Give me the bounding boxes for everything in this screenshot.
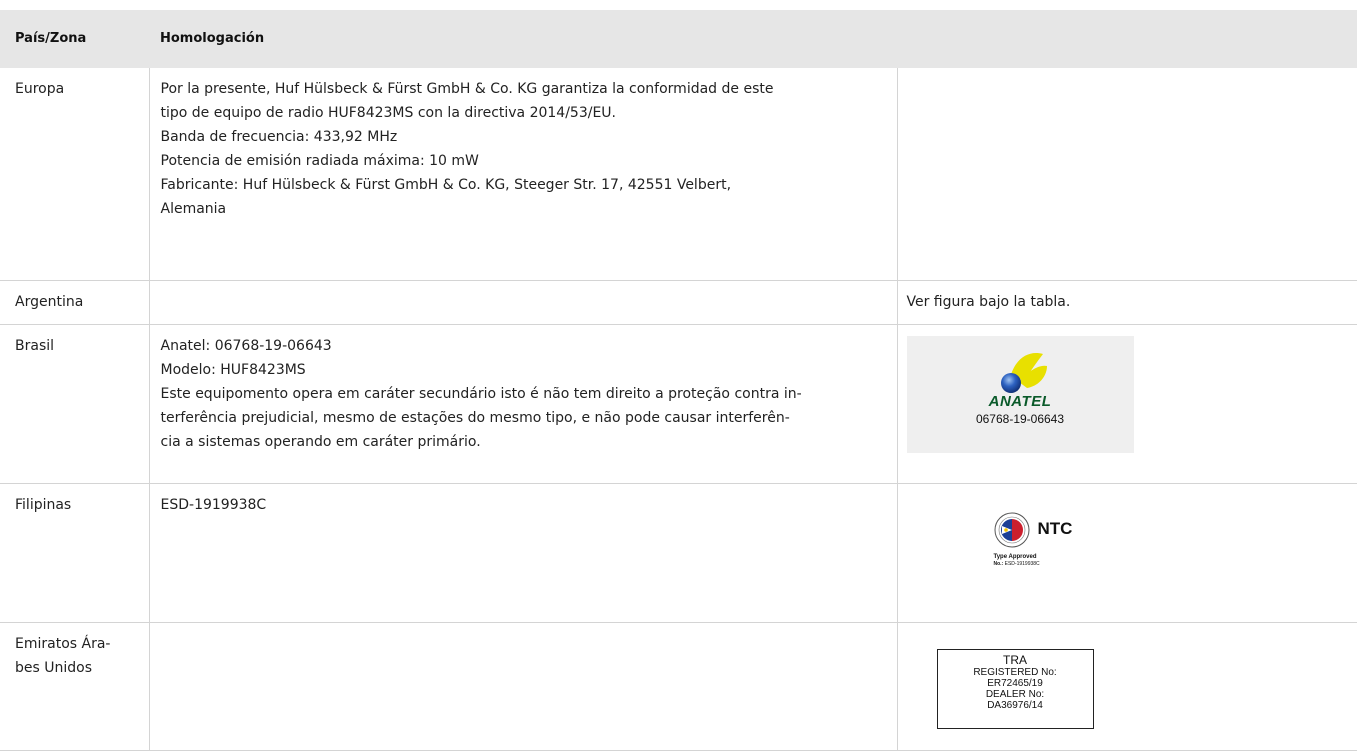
country-cell: Brasil: [0, 324, 150, 484]
tra-line: DEALER No:: [985, 689, 1045, 700]
tra-line: TRA: [1003, 653, 1027, 667]
country-name-line: bes Unidos: [15, 660, 92, 676]
approval-line: Anatel: 06768-19-06643: [160, 338, 332, 354]
ntc-name: NTC: [1037, 519, 1073, 538]
country-name-line: Emiratos Ára-: [15, 636, 111, 652]
approval-line: cia a sistemas operando em caráter primá…: [160, 434, 481, 450]
approval-cell: Por la presente, Huf Hülsbeck & Fürst Gm…: [149, 68, 898, 281]
document-page: País/Zona Homologación Europa Por la pre…: [0, 0, 1357, 751]
country-name: Europa: [15, 81, 65, 97]
approval-cell: [149, 280, 898, 325]
table-row-europa: Europa Por la presente, Huf Hülsbeck & F…: [0, 68, 1357, 281]
figure-note: Ver figura bajo la tabla.: [906, 294, 1071, 310]
country-name: Argentina: [15, 294, 84, 310]
ntc-type-approved: Type Approved: [993, 554, 1037, 560]
mark-cell: TRA REGISTERED No: ER72465/19 DEALER No:…: [897, 622, 1357, 751]
approval-line: tipo de equipo de radio HUF8423MS con la…: [160, 105, 617, 121]
approval-line: Banda de frecuencia: 433,92 MHz: [160, 129, 398, 145]
approval-cell: [149, 622, 898, 751]
tra-label: TRA REGISTERED No: ER72465/19 DEALER No:…: [936, 649, 1094, 729]
tra-line: REGISTERED No:: [973, 667, 1057, 678]
table-header-row: País/Zona Homologación: [0, 10, 1357, 68]
ntc-logo: NTC Type Approved No.: ESD-1919938C: [994, 512, 1194, 612]
approval-line: Este equipomento opera em caráter secund…: [160, 386, 802, 402]
country-cell: Filipinas: [0, 483, 150, 623]
anatel-globe-icon: [1000, 353, 1047, 393]
approval-cell: ESD-1919938C: [149, 483, 898, 623]
header-empty: [897, 10, 1357, 68]
approval-line: Potencia de emisión radiada máxima: 10 m…: [160, 153, 479, 169]
mark-cell: Ver figura bajo la tabla.: [897, 280, 1357, 325]
header-country: País/Zona: [0, 10, 149, 68]
table-row-argentina: Argentina Ver figura bajo la tabla.: [0, 280, 1357, 325]
ntc-number: ESD-1919938C: [1004, 561, 1040, 567]
homologation-table: País/Zona Homologación Europa Por la pre…: [0, 10, 1357, 751]
mark-cell: [897, 68, 1357, 281]
anatel-number: 06768-19-06643: [975, 412, 1065, 426]
approval-line: Modelo: HUF8423MS: [160, 362, 306, 378]
country-name: Filipinas: [15, 497, 72, 513]
mark-cell: ANATEL 06768-19-06643: [897, 324, 1357, 484]
anatel-name: ANATEL: [988, 393, 1052, 410]
approval-line: ESD-1919938C: [160, 497, 267, 513]
approval-line: Alemania: [160, 201, 227, 217]
table-row-emiratos: Emiratos Ára- bes Unidos TRA REGISTERED …: [0, 622, 1357, 751]
ntc-number-line: No.: ESD-1919938C: [994, 561, 1040, 567]
header-approval: Homologación: [149, 10, 897, 68]
country-name: Brasil: [15, 338, 55, 354]
approval-cell: Anatel: 06768-19-06643 Modelo: HUF8423MS…: [149, 324, 898, 484]
tra-line: ER72465/19: [987, 678, 1043, 689]
anatel-logo: ANATEL 06768-19-06643: [906, 336, 1134, 453]
ntc-number-label: No.:: [993, 561, 1004, 567]
ntc-seal-icon: [994, 512, 1029, 548]
approval-line: terferência prejudicial, mesmo de estaçõ…: [160, 410, 790, 426]
approval-line: Por la presente, Huf Hülsbeck & Fürst Gm…: [160, 81, 774, 97]
approval-line: Fabricante: Huf Hülsbeck & Fürst GmbH & …: [160, 177, 732, 193]
tra-line: DA36976/14: [987, 700, 1043, 711]
country-cell: Emiratos Ára- bes Unidos: [0, 622, 150, 751]
country-cell: Argentina: [0, 280, 150, 325]
mark-cell: NTC Type Approved No.: ESD-1919938C: [897, 483, 1357, 623]
table-row-brasil: Brasil Anatel: 06768-19-06643 Modelo: HU…: [0, 324, 1357, 484]
table-row-filipinas: Filipinas ESD-1919938C NTC Type Approved…: [0, 483, 1357, 623]
country-cell: Europa: [0, 68, 150, 281]
